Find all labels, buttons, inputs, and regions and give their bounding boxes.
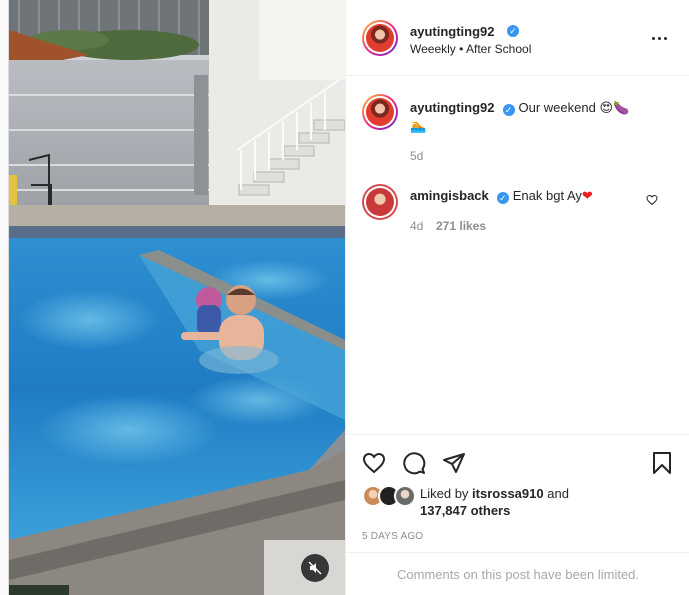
speaker-muted-icon (308, 561, 322, 575)
more-options-button[interactable] (648, 26, 672, 50)
post-side-panel: ayutingting92 ✓ Weeekly • After School a… (345, 0, 689, 595)
verified-badge-icon: ✓ (496, 192, 509, 204)
comment-text-block: amingisback ✓ Enak bgt Ay❤ (410, 187, 650, 205)
pool-video-frame (9, 0, 345, 595)
liked-by-text: Liked by itsrossa910 and (420, 486, 569, 501)
share-paper-plane-icon[interactable] (442, 451, 466, 475)
comment-bubble-icon[interactable] (402, 451, 426, 475)
instagram-post: ayutingting92 ✓ Weeekly • After School a… (8, 0, 689, 595)
heart-eyes-emoji-icon: 😍 (599, 100, 614, 115)
comment-text: Enak bgt Ay (512, 188, 582, 203)
red-heart-emoji-icon: ❤ (581, 188, 593, 203)
post-video[interactable] (9, 0, 345, 595)
leaf-emoji-icon: 🍆 (613, 100, 630, 115)
caption-age[interactable]: 5d (410, 149, 423, 163)
caption-avatar[interactable] (362, 94, 398, 130)
post-header: ayutingting92 ✓ Weeekly • After School (346, 0, 689, 76)
verified-badge-icon: ✓ (507, 25, 519, 37)
comments-section: ayutingting92 ✓ Our weekend 😍🍆 🏊 5d amingi… (346, 76, 689, 434)
commenter-avatar[interactable] (362, 184, 398, 220)
like-heart-icon[interactable] (362, 451, 386, 475)
liked-by-prefix: Liked by (420, 486, 469, 501)
post-actions: Liked by itsrossa910 and 137,847 others … (346, 434, 689, 595)
post-time-ago[interactable]: 5 DAYS AGO (362, 531, 423, 542)
caption-text-block: ayutingting92 ✓ Our weekend 😍🍆 🏊 (410, 99, 660, 135)
swimmer-emoji-icon: 🏊 (410, 118, 427, 133)
comment-username[interactable]: amingisback (410, 188, 489, 203)
author-username[interactable]: ayutingting92 (410, 24, 495, 39)
liked-by-and: and (547, 486, 569, 501)
liked-by-username[interactable]: itsrossa910 (472, 486, 544, 501)
verified-badge-icon: ✓ (502, 104, 515, 116)
others-likes-count[interactable]: 137,847 others (420, 503, 510, 518)
author-avatar[interactable] (362, 20, 398, 56)
caption-username[interactable]: ayutingting92 (410, 100, 495, 115)
comment-likes[interactable]: 271 likes (436, 219, 486, 233)
comment-age[interactable]: 4d (410, 219, 423, 233)
audio-subtitle[interactable]: Weeekly • After School (410, 42, 531, 56)
comments-limited-notice: Comments on this post have been limited. (346, 552, 689, 595)
mute-toggle-button[interactable] (301, 554, 329, 582)
liker-avatar (394, 485, 416, 507)
caption-text: Our weekend (518, 100, 596, 115)
save-bookmark-icon[interactable] (650, 451, 674, 475)
like-comment-heart-icon[interactable] (646, 194, 658, 206)
